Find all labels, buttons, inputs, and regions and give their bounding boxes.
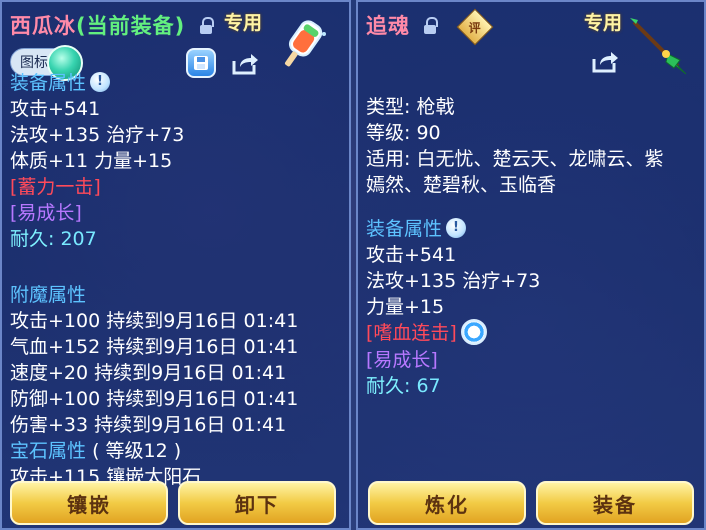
refresh-skill-icon[interactable]	[460, 318, 487, 345]
equip-button[interactable]: 装备	[536, 481, 694, 525]
inlay-button[interactable]: 镶嵌	[10, 481, 168, 525]
skill-label: [蓄力一击]	[10, 176, 101, 198]
save-disk-button[interactable]	[186, 48, 216, 78]
apply-line: 适用: 白无忧、楚云天、龙啸云、紫	[366, 148, 664, 170]
share-arrow-icon	[232, 54, 258, 75]
durability-value: 207	[60, 228, 97, 250]
equipped-item-panel: 西瓜冰(当前装备) 专用 图标 装备属性 ! 攻击+541 法攻+135 治疗+…	[0, 0, 351, 530]
growth-label: [易成长]	[366, 348, 438, 371]
attr-line: 攻击+541	[10, 98, 101, 120]
enchant-line: 气血+152 持续到9月16日 01:41	[10, 336, 299, 358]
equip-attributes-heading: 装备属性!	[366, 216, 540, 242]
right-item-title: 追魂	[366, 10, 439, 40]
enchant-attributes-heading: 附魔属性	[10, 284, 87, 306]
left-item-name: 西瓜冰	[10, 14, 76, 38]
right-item-info: 类型: 枪戟 等级: 90 适用: 白无忧、楚云天、龙啸云、紫 嫣然、楚碧秋、玉…	[366, 94, 663, 198]
durability-label: 耐久:	[10, 228, 55, 250]
equip-attributes-heading: 装备属性!	[10, 70, 184, 96]
evaluate-label: 评	[468, 20, 482, 35]
enchant-line: 攻击+100 持续到9月16日 01:41	[10, 310, 299, 332]
enchant-line: 速度+20 持续到9月16日 01:41	[10, 362, 287, 384]
unequip-button[interactable]: 卸下	[178, 481, 336, 525]
left-attributes: 装备属性! 攻击+541 法攻+135 治疗+73 体质+11 力量+15 [蓄…	[10, 70, 184, 252]
attr-line: 法攻+135 治疗+73	[366, 270, 541, 292]
share-arrow-icon	[592, 52, 618, 73]
share-button-right[interactable]	[588, 48, 622, 76]
icon-toggle-label: 图标	[20, 55, 48, 71]
type-line: 类型: 枪戟	[366, 96, 455, 118]
compare-item-panel: 追魂 评 专用 类型: 枪戟 等级: 90 适用: 白无忧、楚云天、龙啸云、紫 …	[356, 0, 706, 530]
skill-label: [嗜血连击]	[366, 322, 457, 344]
current-equipped-status: (当前装备)	[76, 14, 186, 38]
watermelon-popsicle-icon	[272, 14, 330, 76]
left-enchant-attributes: 附魔属性 攻击+100 持续到9月16日 01:41 气血+152 持续到9月1…	[10, 282, 298, 490]
right-special-label: 专用	[584, 12, 623, 34]
share-button-left[interactable]	[228, 50, 262, 78]
attr-line: 体质+11 力量+15	[10, 150, 173, 172]
gem-level: ( 等级12 )	[92, 440, 182, 462]
attr-line: 力量+15	[366, 296, 445, 318]
enchant-line: 防御+100 持续到9月16日 01:41	[10, 388, 299, 410]
attr-line: 攻击+541	[366, 244, 457, 266]
gem-attributes-heading: 宝石属性	[10, 440, 87, 462]
durability-label: 耐久:	[366, 374, 411, 397]
durability-value: 67	[416, 374, 441, 397]
spear-weapon-icon	[628, 16, 688, 76]
attr-line: 法攻+135 治疗+73	[10, 124, 185, 146]
info-icon[interactable]: !	[446, 217, 467, 238]
evaluate-badge-icon[interactable]: 评	[456, 8, 494, 46]
refine-button[interactable]: 炼化	[368, 481, 526, 525]
right-item-name: 追魂	[366, 14, 410, 38]
level-line: 等级: 90	[366, 122, 441, 144]
lock-icon	[424, 17, 439, 34]
growth-label: [易成长]	[10, 202, 82, 224]
right-attributes: 装备属性! 攻击+541 法攻+135 治疗+73 力量+15 [嗜血连击] […	[366, 216, 540, 399]
disk-icon	[194, 56, 208, 70]
left-special-label: 专用	[224, 12, 263, 34]
lock-icon	[199, 17, 214, 34]
left-item-title: 西瓜冰(当前装备)	[10, 10, 214, 40]
info-icon[interactable]: !	[90, 71, 111, 92]
apply-line: 嫣然、楚碧秋、玉临香	[366, 174, 557, 196]
enchant-line: 伤害+33 持续到9月16日 01:41	[10, 414, 287, 436]
